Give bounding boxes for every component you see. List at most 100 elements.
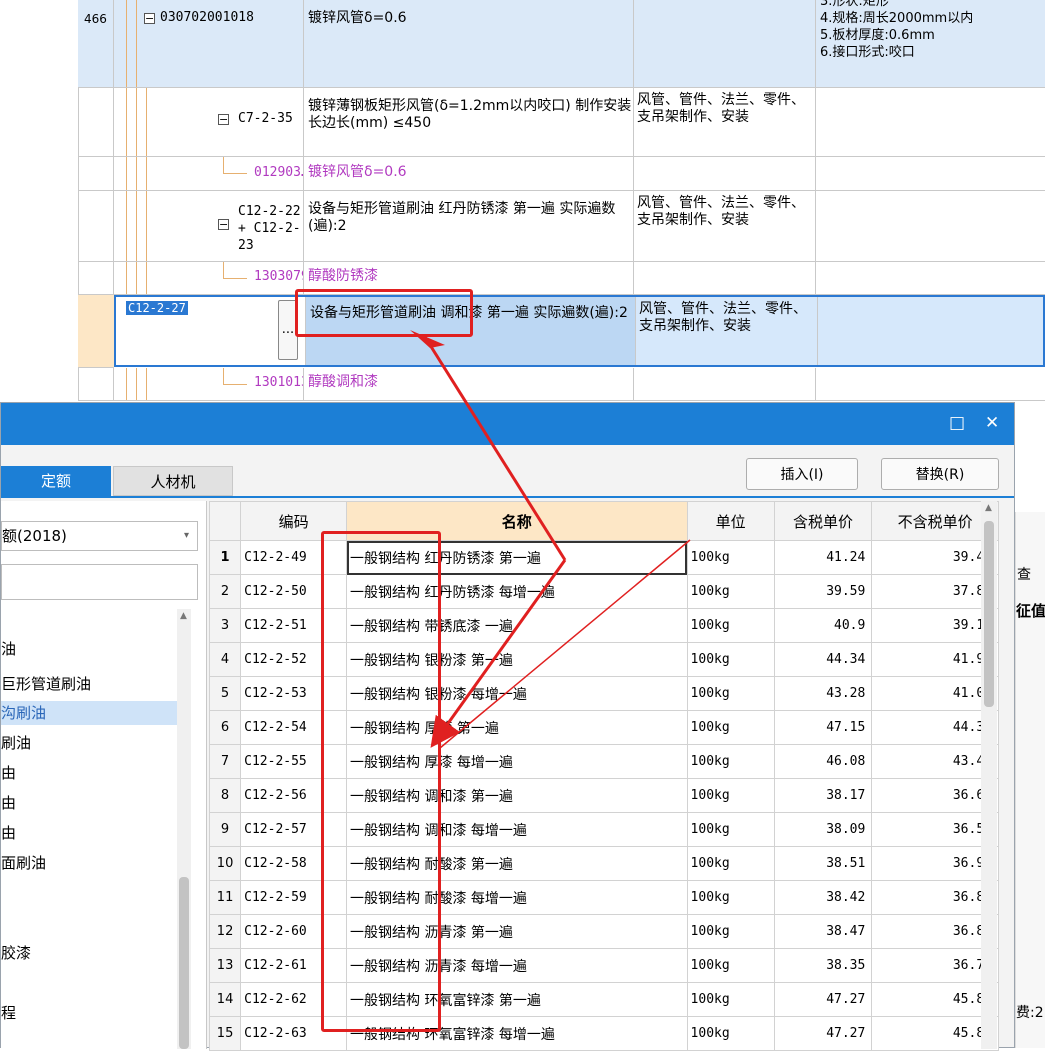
cell-notax-price[interactable]: 36.56	[871, 812, 999, 847]
cell-tax-price[interactable]: 38.51	[773, 846, 873, 881]
library-select[interactable]: 额(2018) ▾	[1, 521, 198, 551]
cell-code[interactable]: C12-2-51	[240, 608, 348, 643]
replace-button[interactable]: 替换(R)	[881, 458, 999, 490]
tree-item[interactable]: 巨形管道刷油	[1, 672, 91, 696]
row-number[interactable]: 14	[208, 982, 242, 1017]
tree-item[interactable]: 面刷油	[1, 851, 46, 875]
cell-code[interactable]: C12-2-63	[240, 1016, 348, 1051]
cell-tax-price[interactable]: 47.27	[773, 1016, 873, 1051]
row-number[interactable]: 12	[208, 914, 242, 949]
search-input[interactable]	[1, 564, 198, 600]
grid-row[interactable]: 13010135 醇酸调和漆	[78, 368, 1045, 401]
table-row[interactable]: 5 C12-2-53 一般钢结构 银粉漆 每增一遍 100kg 43.28 41.02	[208, 676, 999, 711]
cell-notax-price[interactable]: 39.46	[871, 540, 999, 575]
table-row[interactable]: 8 C12-2-56 一般钢结构 调和漆 第一遍 100kg 38.17 36.64	[208, 778, 999, 813]
row-number[interactable]: 2	[208, 574, 242, 609]
item-name[interactable]: 镀锌风管δ=0.6	[304, 0, 634, 87]
cell-name[interactable]: 一般钢结构 银粉漆 第一遍	[346, 642, 688, 677]
cell-unit[interactable]: 100kg	[686, 744, 775, 779]
maximize-icon[interactable]: □	[949, 413, 965, 433]
cell-tax-price[interactable]: 41.24	[773, 540, 873, 575]
cell-unit[interactable]: 100kg	[686, 948, 775, 983]
grid-row[interactable]: 466 − 030702001018 镀锌风管δ=0.6 3.形状:矩形 4.规…	[78, 0, 1045, 88]
cell-notax-price[interactable]: 45.84	[871, 982, 999, 1017]
row-number[interactable]: 6	[208, 710, 242, 745]
column-header-notax-price[interactable]: 不含税单价	[871, 501, 999, 541]
cell-notax-price[interactable]: 36.64	[871, 778, 999, 813]
scroll-thumb[interactable]	[984, 521, 994, 707]
scroll-thumb[interactable]	[179, 877, 189, 1049]
tree-item[interactable]: 由	[1, 821, 16, 845]
grid-row[interactable]: 012903… 镀锌风管δ=0.6	[78, 157, 1045, 191]
cell-tax-price[interactable]: 38.09	[773, 812, 873, 847]
cell-unit[interactable]: 100kg	[686, 846, 775, 881]
cell-code[interactable]: C12-2-57	[240, 812, 348, 847]
cell-name[interactable]: 一般钢结构 厚漆 第一遍	[346, 710, 688, 745]
tab-labor-material[interactable]: 人材机	[113, 466, 233, 496]
row-number[interactable]: 15	[208, 1016, 242, 1051]
cell-code[interactable]: C12-2-60	[240, 914, 348, 949]
cell-code[interactable]: C12-2-52	[240, 642, 348, 677]
row-number[interactable]: 9	[208, 812, 242, 847]
cell-name[interactable]: 一般钢结构 厚漆 每增一遍	[346, 744, 688, 779]
table-row[interactable]: 9 C12-2-57 一般钢结构 调和漆 每增一遍 100kg 38.09 36.56	[208, 812, 999, 847]
column-header-code[interactable]: 编码	[240, 501, 348, 541]
cell-name[interactable]: 一般钢结构 红丹防锈漆 每增一遍	[346, 574, 688, 609]
cell-code[interactable]: C12-2-56	[240, 778, 348, 813]
cell-tax-price[interactable]: 38.35	[773, 948, 873, 983]
cell-code[interactable]: C12-2-49	[240, 540, 348, 575]
item-name[interactable]: 醇酸调和漆	[304, 368, 634, 400]
table-row[interactable]: 11 C12-2-59 一般钢结构 耐酸漆 每增一遍 100kg 38.42 36.85	[208, 880, 999, 915]
row-number[interactable]: 7	[208, 744, 242, 779]
table-row[interactable]: 12 C12-2-60 一般钢结构 沥青漆 第一遍 100kg 38.47 36.89	[208, 914, 999, 949]
cell-unit[interactable]: 100kg	[686, 676, 775, 711]
cell-notax-price[interactable]: 45.84	[871, 1016, 999, 1051]
cell-notax-price[interactable]: 36.89	[871, 914, 999, 949]
cell-unit[interactable]: 100kg	[686, 642, 775, 677]
cell-notax-price[interactable]: 41.02	[871, 676, 999, 711]
cell-notax-price[interactable]: 43.43	[871, 744, 999, 779]
cell-unit[interactable]: 100kg	[686, 914, 775, 949]
cell-name[interactable]: 一般钢结构 耐酸漆 每增一遍	[346, 880, 688, 915]
cell-notax-price[interactable]: 44.35	[871, 710, 999, 745]
cell-code[interactable]: C12-2-61	[240, 948, 348, 983]
cell-name[interactable]: 一般钢结构 耐酸漆 第一遍	[346, 846, 688, 881]
cell-code[interactable]: C12-2-62	[240, 982, 348, 1017]
collapse-icon[interactable]: −	[218, 114, 229, 125]
cell-tax-price[interactable]: 47.27	[773, 982, 873, 1017]
cell-unit[interactable]: 100kg	[686, 540, 775, 575]
row-number[interactable]: 13	[208, 948, 242, 983]
cell-code[interactable]: C12-2-59	[240, 880, 348, 915]
cell-unit[interactable]: 100kg	[686, 812, 775, 847]
table-row[interactable]: 15 C12-2-63 一般钢结构 环氧富锌漆 每增一遍 100kg 47.27 45.8…	[208, 1016, 999, 1051]
table-row[interactable]: 10 C12-2-58 一般钢结构 耐酸漆 第一遍 100kg 38.51 36.92	[208, 846, 999, 881]
tree-scrollbar[interactable]: ▲	[177, 609, 191, 1049]
tree-item[interactable]: 由	[1, 791, 16, 815]
cell-tax-price[interactable]: 47.15	[773, 710, 873, 745]
tree-item[interactable]: 程	[1, 1001, 16, 1025]
collapse-icon[interactable]: −	[144, 13, 155, 24]
insert-button[interactable]: 插入(I)	[746, 458, 858, 490]
tree-item[interactable]: 胶漆	[1, 941, 31, 965]
cell-notax-price[interactable]: 37.85	[871, 574, 999, 609]
table-row[interactable]: 2 C12-2-50 一般钢结构 红丹防锈漆 每增一遍 100kg 39.59 37.85	[208, 574, 999, 609]
collapse-icon[interactable]: −	[218, 219, 229, 230]
tab-quota[interactable]: 定额	[1, 466, 111, 496]
cell-unit[interactable]: 100kg	[686, 608, 775, 643]
item-name[interactable]: 镀锌薄钢板矩形风管(δ=1.2mm以内咬口) 制作安装 长边长(mm) ≤450	[304, 88, 634, 156]
item-name[interactable]: 醇酸防锈漆	[304, 262, 634, 294]
grid-row[interactable]: − C12-2-22 + C12-2-23 设备与矩形管道刷油 红丹防锈漆 第一…	[78, 191, 1045, 262]
cell-code[interactable]: C12-2-54	[240, 710, 348, 745]
cell-name[interactable]: 一般钢结构 银粉漆 每增一遍	[346, 676, 688, 711]
cell-name[interactable]: 一般钢结构 调和漆 第一遍	[346, 778, 688, 813]
cell-unit[interactable]: 100kg	[686, 880, 775, 915]
cell-unit[interactable]: 100kg	[686, 1016, 775, 1051]
cell-notax-price[interactable]: 36.85	[871, 880, 999, 915]
table-scrollbar[interactable]: ▲	[981, 501, 997, 1049]
cell-code[interactable]: C12-2-58	[240, 846, 348, 881]
grid-row[interactable]: 13030795 醇酸防锈漆	[78, 262, 1045, 295]
item-name[interactable]: 设备与矩形管道刷油 调和漆 第一遍 实际遍数(遍):2	[306, 297, 636, 365]
cell-name[interactable]: 一般钢结构 带锈底漆 一遍	[346, 608, 688, 643]
row-number[interactable]: 5	[208, 676, 242, 711]
table-row[interactable]: 6 C12-2-54 一般钢结构 厚漆 第一遍 100kg 47.15 44.35	[208, 710, 999, 745]
